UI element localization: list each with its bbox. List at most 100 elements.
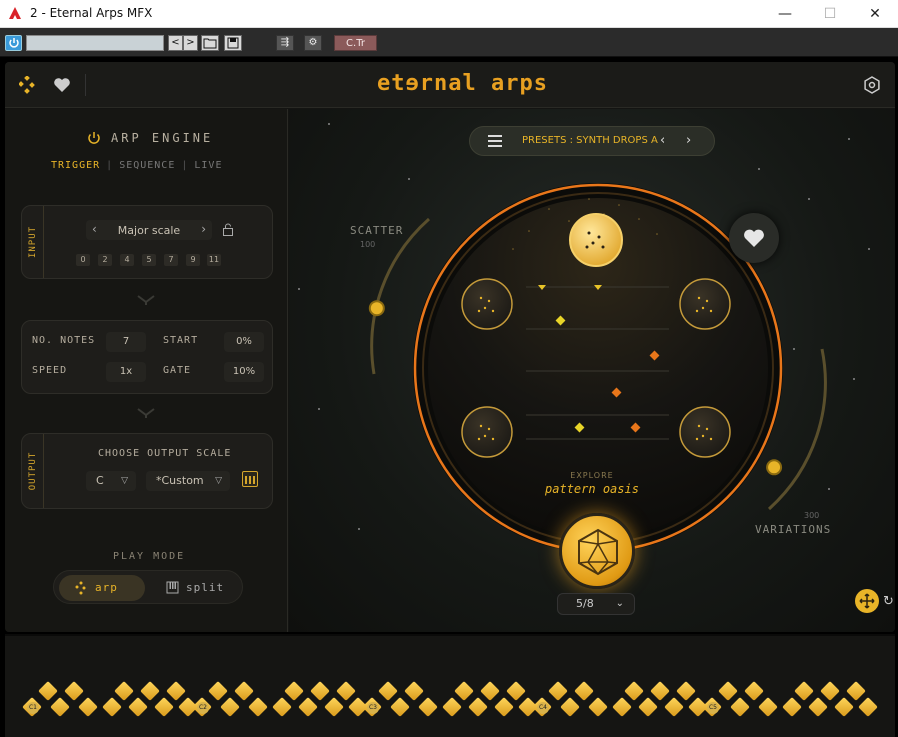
- pattern-pager-dropdown[interactable]: 5/8 ⌄: [557, 593, 635, 615]
- piano-key[interactable]: [418, 697, 438, 717]
- piano-key[interactable]: [390, 697, 410, 717]
- minimize-button[interactable]: —: [762, 0, 808, 28]
- piano-key[interactable]: [846, 681, 866, 701]
- scatter-knob[interactable]: [368, 300, 385, 317]
- host-gear-icon[interactable]: ⚙: [304, 35, 322, 51]
- preset-prev-chevron-icon[interactable]: ‹: [660, 133, 665, 148]
- piano-key[interactable]: [208, 681, 228, 701]
- piano-key[interactable]: [166, 681, 186, 701]
- piano-key[interactable]: [650, 681, 670, 701]
- piano-key[interactable]: [494, 697, 514, 717]
- piano-key[interactable]: [574, 681, 594, 701]
- piano-key[interactable]: [50, 697, 70, 717]
- piano-key[interactable]: [794, 681, 814, 701]
- favorites-heart-icon[interactable]: [53, 76, 71, 94]
- header-divider: [85, 74, 86, 96]
- output-scale-dropdown[interactable]: *Custom ▽: [146, 471, 230, 491]
- piano-key[interactable]: [834, 697, 854, 717]
- piano-key[interactable]: [758, 697, 778, 717]
- piano-key[interactable]: [480, 681, 500, 701]
- piano-key[interactable]: [454, 681, 474, 701]
- note-chip[interactable]: 11: [207, 254, 221, 266]
- piano-key[interactable]: [220, 697, 240, 717]
- piano-key[interactable]: [154, 697, 174, 717]
- piano-keys-icon[interactable]: [242, 471, 258, 487]
- note-chip[interactable]: 9: [186, 254, 200, 266]
- refresh-icon[interactable]: ↻: [883, 594, 894, 609]
- note-chip[interactable]: 2: [98, 254, 112, 266]
- piano-key[interactable]: [64, 681, 84, 701]
- output-key-dropdown[interactable]: C ▽: [86, 471, 136, 491]
- settings-gear-icon[interactable]: [863, 76, 881, 94]
- folder-open-icon[interactable]: [201, 35, 219, 51]
- note-chip[interactable]: 0: [76, 254, 90, 266]
- piano-key[interactable]: [548, 681, 568, 701]
- play-mode-split[interactable]: split: [158, 575, 238, 601]
- move-arrows-icon[interactable]: [855, 589, 879, 613]
- piano-key[interactable]: [272, 697, 292, 717]
- preset-next-chevron-icon[interactable]: ›: [686, 133, 691, 148]
- note-chip[interactable]: 5: [142, 254, 156, 266]
- piano-key[interactable]: [310, 681, 330, 701]
- piano-key[interactable]: [102, 697, 122, 717]
- pattern-favorite-button[interactable]: [729, 213, 779, 263]
- maximize-button[interactable]: ☐: [807, 0, 853, 28]
- no-notes-value[interactable]: 7: [106, 332, 146, 352]
- piano-key[interactable]: [782, 697, 802, 717]
- tab-trigger[interactable]: TRIGGER: [51, 160, 100, 171]
- piano-key[interactable]: [744, 681, 764, 701]
- note-chip[interactable]: 4: [120, 254, 134, 266]
- piano-key[interactable]: [404, 681, 424, 701]
- piano-key[interactable]: [234, 681, 254, 701]
- host-preset-field[interactable]: [26, 35, 164, 51]
- piano-key[interactable]: [468, 697, 488, 717]
- speed-value[interactable]: 1x: [106, 362, 146, 382]
- presets-bar[interactable]: PRESETS : SYNTH DROPS A ‹ ›: [469, 126, 715, 156]
- piano-key[interactable]: [284, 681, 304, 701]
- piano-key[interactable]: [78, 697, 98, 717]
- lock-icon[interactable]: [222, 223, 234, 236]
- piano-key[interactable]: [808, 697, 828, 717]
- gate-value[interactable]: 10%: [224, 362, 264, 382]
- menu-hamburger-icon[interactable]: [488, 135, 502, 147]
- piano-key[interactable]: [442, 697, 462, 717]
- bypass-power-button[interactable]: [5, 35, 22, 51]
- tab-live[interactable]: LIVE: [194, 160, 222, 171]
- input-scale-selector[interactable]: ‹ Major scale ›: [86, 220, 212, 240]
- piano-key[interactable]: [298, 697, 318, 717]
- piano-key[interactable]: [718, 681, 738, 701]
- piano-key[interactable]: [324, 697, 344, 717]
- piano-key[interactable]: [248, 697, 268, 717]
- close-button[interactable]: ✕: [852, 0, 898, 28]
- randomize-dice-button[interactable]: [559, 513, 635, 589]
- ctr-button[interactable]: C.Tr: [334, 35, 377, 51]
- piano-key[interactable]: [638, 697, 658, 717]
- piano-key[interactable]: [820, 681, 840, 701]
- piano-key[interactable]: [858, 697, 878, 717]
- scale-next-chevron-icon[interactable]: ›: [201, 222, 206, 236]
- piano-key[interactable]: [730, 697, 750, 717]
- piano-key[interactable]: [664, 697, 684, 717]
- piano-key[interactable]: [378, 681, 398, 701]
- dots-logo-icon[interactable]: [19, 76, 35, 94]
- piano-key[interactable]: [560, 697, 580, 717]
- host-next-button[interactable]: >: [183, 35, 198, 51]
- piano-key[interactable]: [114, 681, 134, 701]
- piano-key[interactable]: [140, 681, 160, 701]
- piano-key[interactable]: [506, 681, 526, 701]
- note-chip[interactable]: 7: [164, 254, 178, 266]
- host-prev-button[interactable]: <: [168, 35, 183, 51]
- piano-key[interactable]: [588, 697, 608, 717]
- piano-key[interactable]: [676, 681, 696, 701]
- piano-key[interactable]: [612, 697, 632, 717]
- routing-icon[interactable]: ⇶: [276, 35, 294, 51]
- play-mode-arp[interactable]: arp: [59, 575, 145, 601]
- tab-sequence[interactable]: SEQUENCE: [119, 160, 175, 171]
- piano-key[interactable]: [38, 681, 58, 701]
- start-value[interactable]: 0%: [224, 332, 264, 352]
- engine-power-icon[interactable]: [87, 131, 101, 145]
- piano-key[interactable]: [336, 681, 356, 701]
- piano-key[interactable]: [624, 681, 644, 701]
- save-disk-icon[interactable]: [224, 35, 242, 51]
- piano-key[interactable]: [128, 697, 148, 717]
